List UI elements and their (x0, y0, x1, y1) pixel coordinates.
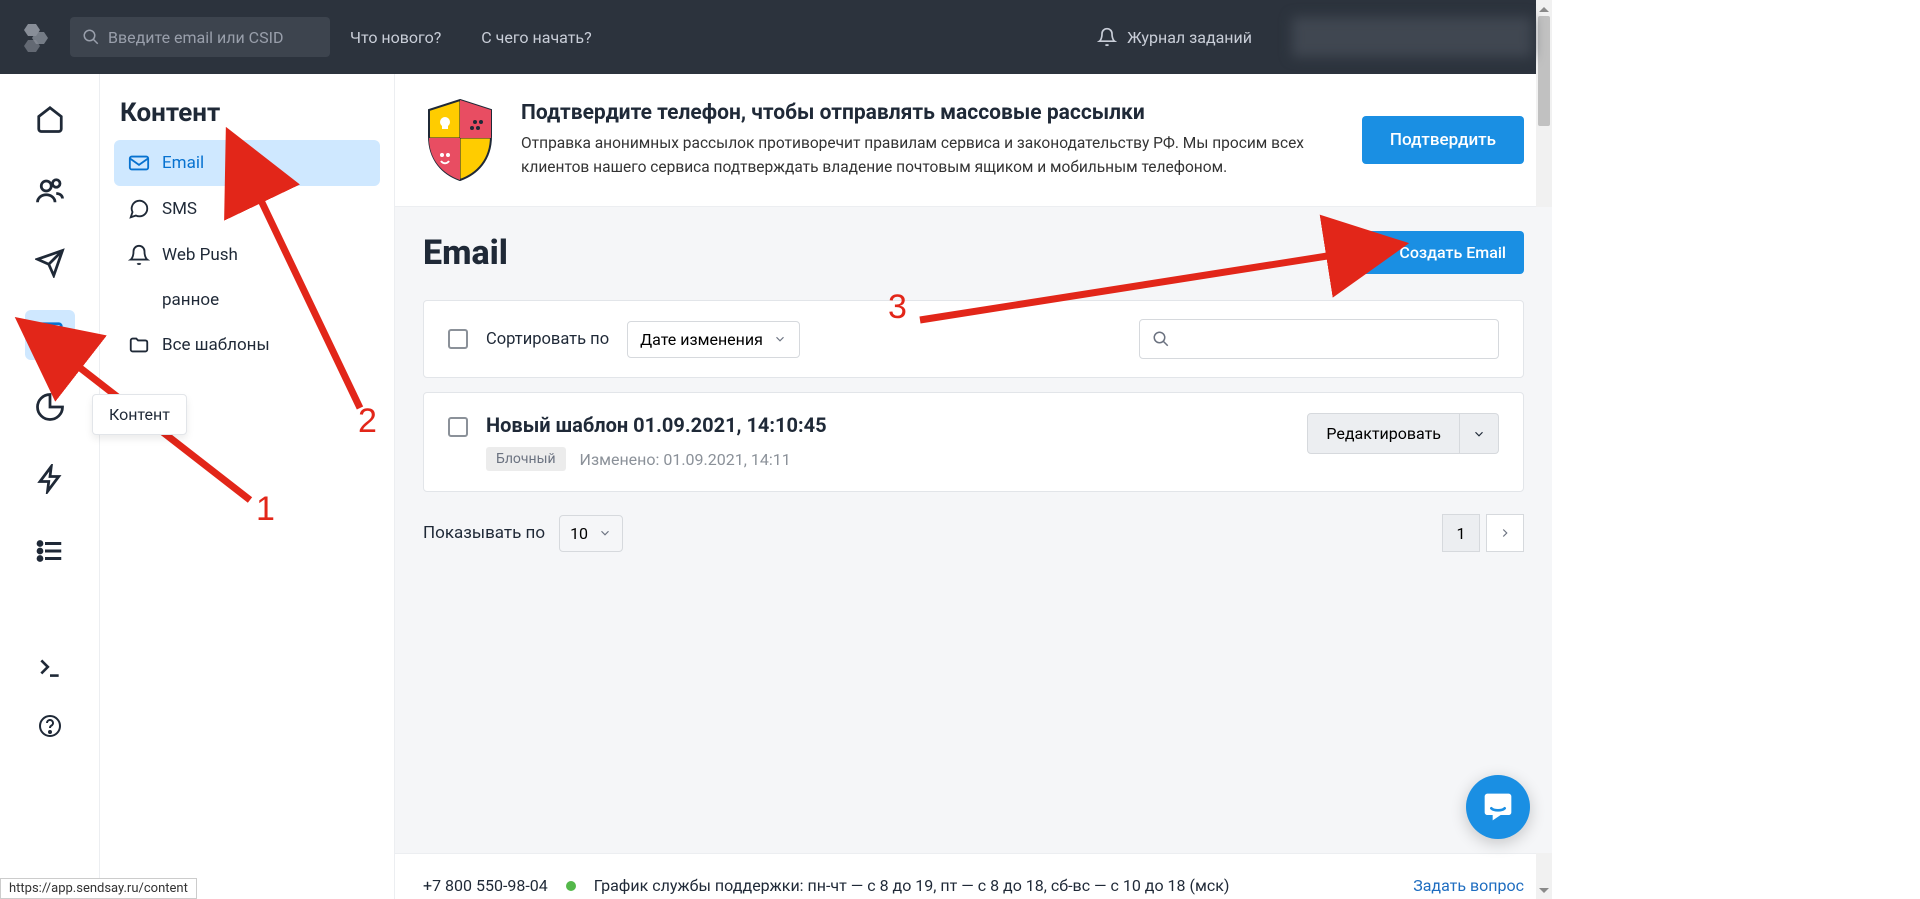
banner-description: Отправка анонимных рассылок противоречит… (521, 131, 1338, 179)
whats-new-link[interactable]: Что нового? (350, 28, 441, 47)
footer-phone: +7 800 550-98-04 (423, 876, 548, 895)
main-content: Подтвердите телефон, чтобы отправлять ма… (395, 74, 1552, 899)
user-profile[interactable] (1292, 17, 1532, 57)
nav-content-icon[interactable] (25, 310, 75, 360)
create-email-button[interactable]: Создать Email (1353, 231, 1524, 274)
sidebar-item-label: Web Push (162, 245, 238, 265)
sidebar-item-email[interactable]: Email (114, 140, 380, 186)
sort-label: Сортировать по (486, 330, 609, 349)
sidebar-item-all-templates[interactable]: Все шаблоны (114, 322, 380, 368)
search-placeholder: Введите email или CSID (108, 28, 283, 47)
banner-title: Подтвердите телефон, чтобы отправлять ма… (521, 101, 1338, 125)
nav-send-icon[interactable] (25, 238, 75, 288)
top-header: Введите email или CSID Что нового? С чег… (0, 0, 1552, 74)
per-page-label: Показывать по (423, 523, 545, 543)
chat-widget-button[interactable] (1466, 775, 1530, 839)
journal-link[interactable]: Журнал заданий (1097, 27, 1252, 47)
sidebar-item-label: Email (162, 153, 204, 173)
search-input[interactable]: Введите email или CSID (70, 17, 330, 57)
template-modified: Изменено: 01.09.2021, 14:11 (580, 450, 791, 469)
create-button-label: Создать Email (1399, 243, 1506, 262)
page-next-button[interactable] (1486, 514, 1524, 552)
template-row[interactable]: Новый шаблон 01.09.2021, 14:10:45 Блочны… (423, 392, 1524, 492)
nav-tooltip: Контент (92, 394, 187, 435)
nav-stats-icon[interactable] (25, 382, 75, 432)
sidebar-item-sms[interactable]: SMS (114, 186, 380, 232)
nav-automation-icon[interactable] (25, 454, 75, 504)
sidebar-item-webpush[interactable]: Web Push (114, 232, 380, 278)
per-page-dropdown[interactable]: 10 (559, 515, 623, 552)
browser-status-bar: https://app.sendsay.ru/content (0, 878, 197, 899)
primary-nav-rail: Контент (0, 74, 100, 899)
template-search-input[interactable] (1139, 319, 1499, 359)
secondary-sidebar: Контент Email SMS Web Push ранное Все ша… (100, 74, 395, 899)
list-toolbar: Сортировать по Дате изменения (423, 300, 1524, 378)
edit-template-button[interactable]: Редактировать (1307, 413, 1460, 454)
nav-subscribers-icon[interactable] (25, 166, 75, 216)
sidebar-item-favorites[interactable]: ранное (114, 278, 380, 322)
sort-dropdown[interactable]: Дате изменения (627, 321, 800, 358)
ask-question-link[interactable]: Задать вопрос (1413, 876, 1524, 895)
confirm-phone-button[interactable]: Подтвердить (1362, 116, 1524, 164)
sidebar-title: Контент (114, 98, 380, 140)
page-footer: +7 800 550-98-04 График службы поддержки… (395, 853, 1552, 899)
sidebar-item-label: Все шаблоны (162, 335, 270, 355)
per-page-value: 10 (570, 524, 588, 543)
app-logo-icon[interactable] (20, 22, 50, 52)
sidebar-item-label: ранное (162, 290, 219, 310)
nav-help-icon[interactable] (25, 708, 75, 744)
shield-icon (423, 98, 497, 182)
footer-schedule: График службы поддержки: пн-чт — с 8 до … (594, 876, 1230, 895)
nav-list-icon[interactable] (25, 526, 75, 576)
nav-home-icon[interactable] (25, 94, 75, 144)
getting-started-link[interactable]: С чего начать? (481, 28, 591, 47)
verify-phone-banner: Подтвердите телефон, чтобы отправлять ма… (395, 74, 1552, 207)
status-dot-icon (566, 881, 576, 891)
template-type-chip: Блочный (486, 447, 566, 471)
journal-label: Журнал заданий (1127, 28, 1252, 47)
sort-value: Дате изменения (640, 330, 763, 349)
page-title: Email (423, 233, 508, 273)
edit-template-dropdown[interactable] (1460, 413, 1499, 454)
row-checkbox[interactable] (448, 417, 468, 437)
select-all-checkbox[interactable] (448, 329, 468, 349)
nav-terminal-icon[interactable] (25, 650, 75, 686)
sidebar-item-label: SMS (162, 199, 197, 219)
template-title: Новый шаблон 01.09.2021, 14:10:45 (486, 413, 1289, 437)
page-number-1[interactable]: 1 (1442, 514, 1480, 552)
